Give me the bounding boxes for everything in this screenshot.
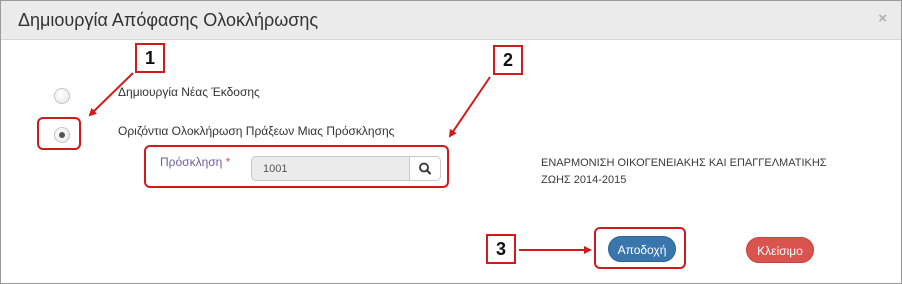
annotation-arrow-2 (448, 76, 491, 138)
annotation-arrows (88, 72, 592, 254)
annotation-arrow-1 (88, 72, 134, 117)
